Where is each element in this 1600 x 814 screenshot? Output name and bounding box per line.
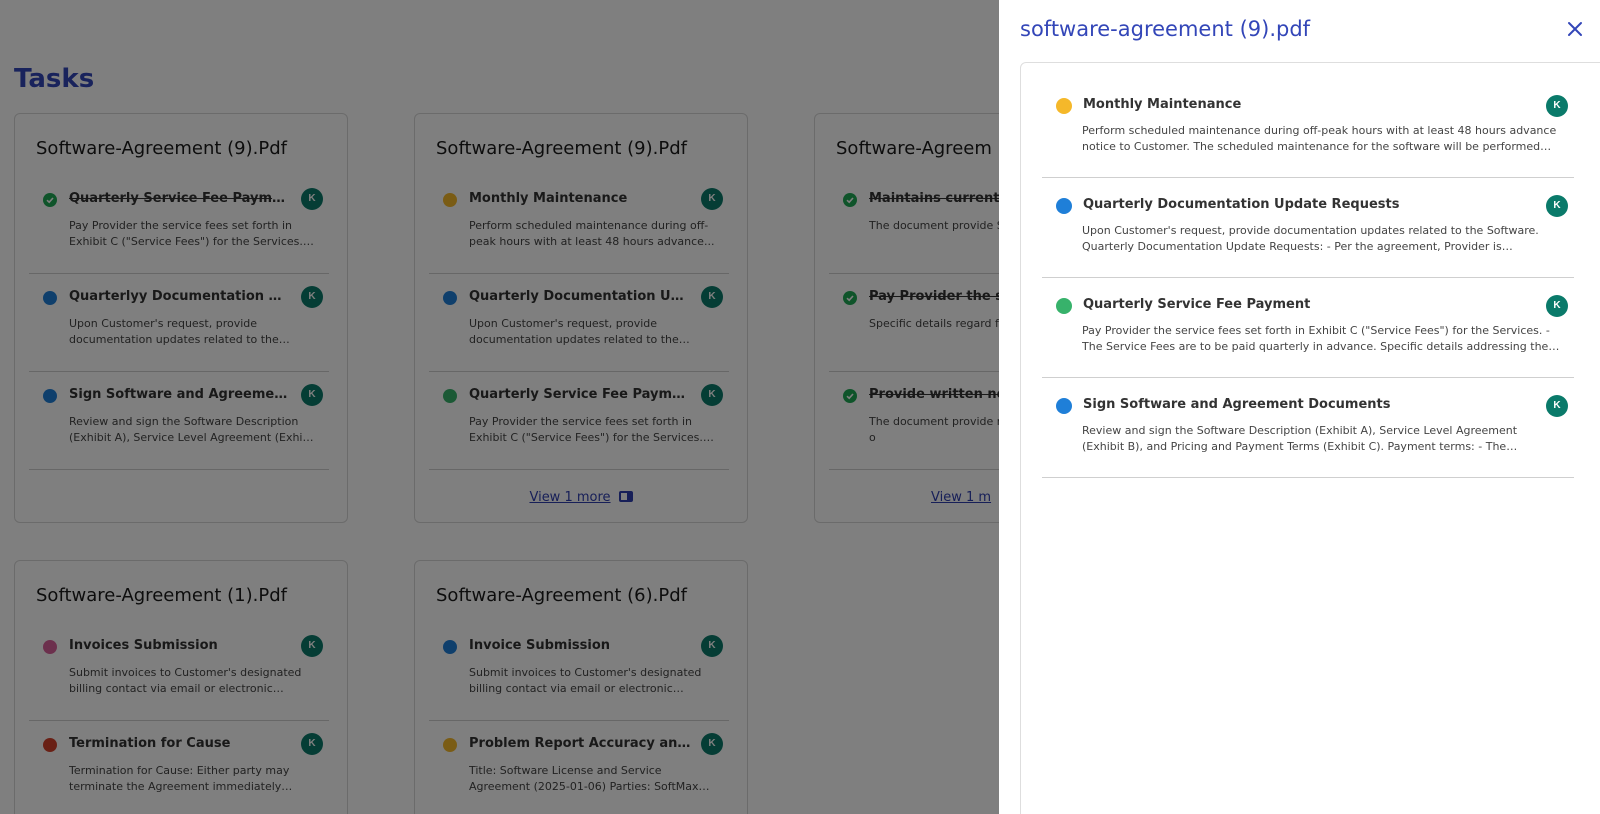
task-description: Upon Customer's request, provide documen… [1082,224,1539,253]
status-dot-icon [1056,98,1072,114]
drawer-task-item[interactable]: Quarterly Documentation Update Requests … [1042,178,1574,278]
status-dot-icon [1056,298,1072,314]
task-description: Review and sign the Software Description… [1082,424,1518,453]
task-description: Perform scheduled maintenance during off… [1082,124,1557,153]
status-dot-icon [1056,398,1072,414]
task-title: Sign Software and Agreement Documents [1083,397,1391,412]
avatar[interactable]: K [1546,395,1568,417]
drawer-task-list: Monthly Maintenance K Perform scheduled … [1020,62,1600,814]
avatar[interactable]: K [1546,195,1568,217]
task-title: Quarterly Documentation Update Requests [1083,197,1400,212]
drawer-task-item[interactable]: Sign Software and Agreement Documents K … [1042,378,1574,478]
task-drawer: software-agreement (9).pdf Monthly Maint… [999,0,1600,814]
task-description: Pay Provider the service fees set forth … [1082,324,1550,353]
drawer-title: software-agreement (9).pdf [1020,17,1311,41]
close-icon[interactable] [1566,20,1584,38]
task-title: Monthly Maintenance [1083,97,1242,112]
avatar[interactable]: K [1546,95,1568,117]
drawer-task-item[interactable]: Monthly Maintenance K Perform scheduled … [1042,78,1574,178]
drawer-task-item[interactable]: Quarterly Service Fee Payment K Pay Prov… [1042,278,1574,378]
status-dot-icon [1056,198,1072,214]
avatar[interactable]: K [1546,295,1568,317]
task-title: Quarterly Service Fee Payment [1083,297,1311,312]
